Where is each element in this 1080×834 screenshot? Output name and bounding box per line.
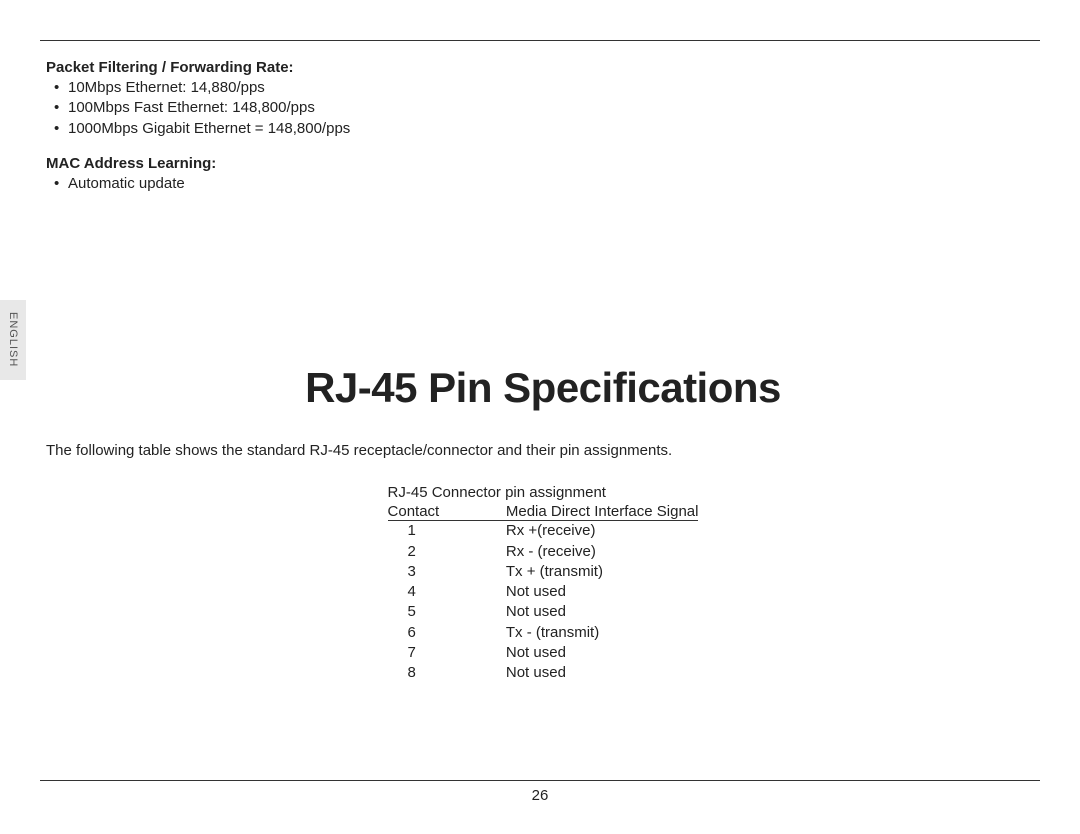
packet-list: 10Mbps Ethernet: 14,880/pps 100Mbps Fast… bbox=[46, 78, 1040, 139]
content: Packet Filtering / Forwarding Rate: 10Mb… bbox=[40, 59, 1040, 683]
cell-signal: Not used bbox=[506, 582, 699, 602]
table-row: 5 Not used bbox=[388, 602, 699, 622]
language-tab-label: ENGLISH bbox=[7, 312, 19, 367]
list-item: 10Mbps Ethernet: 14,880/pps bbox=[68, 78, 1040, 98]
cell-contact: 1 bbox=[388, 521, 506, 542]
table-row: 3 Tx + (transmit) bbox=[388, 562, 699, 582]
table-wrap: RJ-45 Connector pin assignment Contact M… bbox=[46, 483, 1040, 683]
cell-contact: 5 bbox=[388, 602, 506, 622]
cell-signal: Rx - (receive) bbox=[506, 542, 699, 562]
cell-contact: 8 bbox=[388, 663, 506, 683]
pin-table: RJ-45 Connector pin assignment Contact M… bbox=[388, 483, 699, 683]
cell-contact: 7 bbox=[388, 643, 506, 663]
table-row: 7 Not used bbox=[388, 643, 699, 663]
cell-contact: 3 bbox=[388, 562, 506, 582]
mac-heading: MAC Address Learning: bbox=[46, 155, 1040, 172]
footer: 26 bbox=[40, 780, 1040, 804]
cell-signal: Not used bbox=[506, 602, 699, 622]
table-row: 1 Rx +(receive) bbox=[388, 521, 699, 542]
intro-text: The following table shows the standard R… bbox=[46, 442, 1040, 459]
list-item: 1000Mbps Gigabit Ethernet = 148,800/pps bbox=[68, 119, 1040, 139]
cell-signal: Not used bbox=[506, 643, 699, 663]
cell-signal: Tx - (transmit) bbox=[506, 623, 699, 643]
cell-signal: Rx +(receive) bbox=[506, 521, 699, 542]
table-header-contact: Contact bbox=[388, 503, 506, 521]
top-rule bbox=[40, 40, 1040, 41]
table-row: 4 Not used bbox=[388, 582, 699, 602]
list-item: 100Mbps Fast Ethernet: 148,800/pps bbox=[68, 98, 1040, 118]
table-caption: RJ-45 Connector pin assignment bbox=[388, 483, 699, 503]
table-header-signal: Media Direct Interface Signal bbox=[506, 503, 699, 521]
cell-contact: 6 bbox=[388, 623, 506, 643]
cell-signal: Not used bbox=[506, 663, 699, 683]
packet-heading: Packet Filtering / Forwarding Rate: bbox=[46, 59, 1040, 76]
table-row: 8 Not used bbox=[388, 663, 699, 683]
cell-contact: 2 bbox=[388, 542, 506, 562]
page-number: 26 bbox=[40, 787, 1040, 804]
page-title: RJ-45 Pin Specifications bbox=[46, 364, 1040, 412]
language-tab: ENGLISH bbox=[0, 300, 26, 380]
table-row: 2 Rx - (receive) bbox=[388, 542, 699, 562]
list-item: Automatic update bbox=[68, 174, 1040, 194]
cell-signal: Tx + (transmit) bbox=[506, 562, 699, 582]
mac-list: Automatic update bbox=[46, 174, 1040, 194]
bottom-rule bbox=[40, 780, 1040, 781]
cell-contact: 4 bbox=[388, 582, 506, 602]
table-row: 6 Tx - (transmit) bbox=[388, 623, 699, 643]
